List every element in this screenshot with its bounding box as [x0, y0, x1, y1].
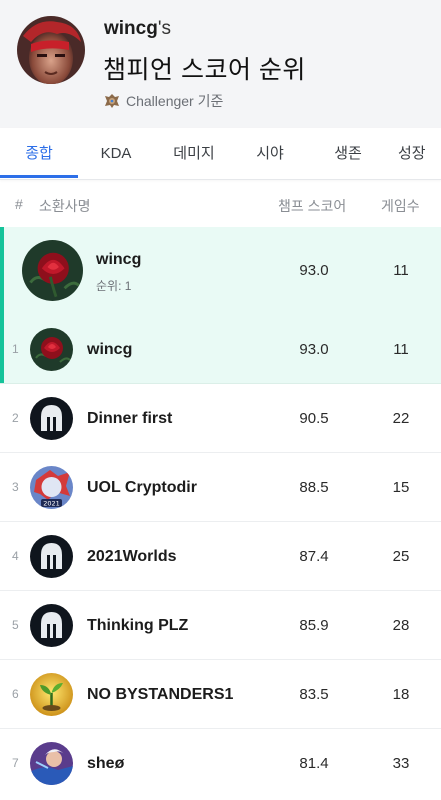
row-rank: 7	[12, 756, 19, 770]
avatar-year-label: 2021	[43, 500, 60, 508]
row-games: 33	[392, 755, 410, 772]
row-games: 11	[393, 341, 409, 358]
my-rank-score: 93.0	[299, 262, 329, 279]
rose-icon	[30, 328, 73, 371]
row-games: 25	[392, 548, 410, 565]
row-summoner-name[interactable]: Dinner first	[87, 384, 172, 453]
username-possessive: 's	[157, 18, 171, 39]
row-avatar	[30, 328, 73, 371]
rose-icon	[22, 240, 83, 301]
row-score: 81.4	[299, 755, 329, 772]
table-row[interactable]: 5 Thinking PLZ 85.9 28	[0, 591, 441, 660]
row-avatar: 2021	[30, 466, 73, 509]
row-score: 87.4	[299, 548, 329, 565]
row-score: 88.5	[299, 479, 329, 496]
row-rank: 1	[12, 342, 19, 356]
row-avatar	[30, 673, 73, 716]
tab-kda[interactable]: KDA	[78, 128, 154, 180]
row-games: 15	[392, 479, 410, 496]
row-rank: 6	[12, 687, 19, 701]
sprout-icon	[30, 673, 73, 716]
row-summoner-name[interactable]: Thinking PLZ	[87, 591, 188, 660]
tab-growth[interactable]: 성장	[398, 128, 441, 180]
row-score: 93.0	[299, 341, 329, 358]
username: wincg	[104, 18, 158, 39]
row-score: 90.5	[299, 410, 329, 427]
my-rank-card[interactable]: wincg 순위: 1 93.0 11	[0, 227, 441, 315]
profile-header: wincg's 챔피언 스코어 순위 Challenger 기준	[0, 0, 441, 128]
active-tab-indicator	[0, 175, 78, 178]
row-avatar	[30, 397, 73, 440]
my-rank-games: 11	[393, 262, 409, 279]
page-title: 챔피언 스코어 순위	[103, 56, 306, 84]
tab-survival[interactable]: 생존	[306, 128, 390, 180]
tab-overall[interactable]: 종합	[0, 128, 78, 180]
table-row[interactable]: 7 sheø 81.4 33	[0, 729, 441, 800]
row-avatar	[30, 742, 73, 785]
highlight-indicator	[0, 227, 4, 383]
my-rank-position: 순위: 1	[96, 279, 132, 293]
row-summoner-name[interactable]: wincg	[87, 315, 132, 384]
row-summoner-name[interactable]: 2021Worlds	[87, 522, 177, 591]
champion-portrait-icon	[30, 742, 73, 785]
table-row[interactable]: 3 2021 UOL Cryptodir 88.5 15	[0, 453, 441, 522]
tab-vision[interactable]: 시야	[234, 128, 306, 180]
tab-bar: 종합 KDA 데미지 시야 생존 성장	[0, 128, 441, 180]
row-summoner-name[interactable]: sheø	[87, 729, 124, 798]
table-row[interactable]: 6 NO BYSTANDERS1 83.5 18	[0, 660, 441, 729]
tier-text: Challenger 기준	[126, 93, 224, 109]
spartan-helmet-icon	[30, 535, 73, 578]
row-summoner-name[interactable]: NO BYSTANDERS1	[87, 660, 233, 729]
column-games: 게임수	[381, 198, 420, 214]
worlds-2021-icon: 2021	[30, 466, 73, 509]
table-row[interactable]: 4 2021Worlds 87.4 25	[0, 522, 441, 591]
row-rank: 3	[12, 480, 19, 494]
tab-damage[interactable]: 데미지	[154, 128, 234, 180]
profile-avatar[interactable]	[17, 16, 85, 84]
table-row[interactable]: 1 wincg 93.0 11	[0, 315, 441, 384]
spartan-helmet-icon	[30, 397, 73, 440]
row-avatar	[30, 535, 73, 578]
challenger-emblem-icon	[105, 94, 119, 108]
my-rank-name: wincg	[96, 251, 142, 268]
row-avatar	[30, 604, 73, 647]
tier-indicator: Challenger 기준	[104, 91, 223, 111]
row-games: 22	[392, 410, 410, 427]
column-score: 챔프 스코어	[278, 198, 347, 214]
my-rank-avatar	[22, 240, 83, 301]
column-summoner: 소환사명	[39, 198, 91, 214]
row-summoner-name[interactable]: UOL Cryptodir	[87, 453, 197, 522]
table-row[interactable]: 2 Dinner first 90.5 22	[0, 384, 441, 453]
champion-face-icon	[17, 16, 85, 84]
row-rank: 5	[12, 618, 19, 632]
row-score: 83.5	[299, 686, 329, 703]
row-rank: 4	[12, 549, 19, 563]
row-rank: 2	[12, 411, 19, 425]
column-rank: #	[15, 196, 23, 212]
username-line: wincg's	[104, 18, 171, 40]
spartan-helmet-icon	[30, 604, 73, 647]
column-header-row: # 소환사명 챔프 스코어 게임수	[0, 181, 441, 227]
row-games: 28	[392, 617, 410, 634]
row-games: 18	[392, 686, 410, 703]
row-score: 85.9	[299, 617, 329, 634]
